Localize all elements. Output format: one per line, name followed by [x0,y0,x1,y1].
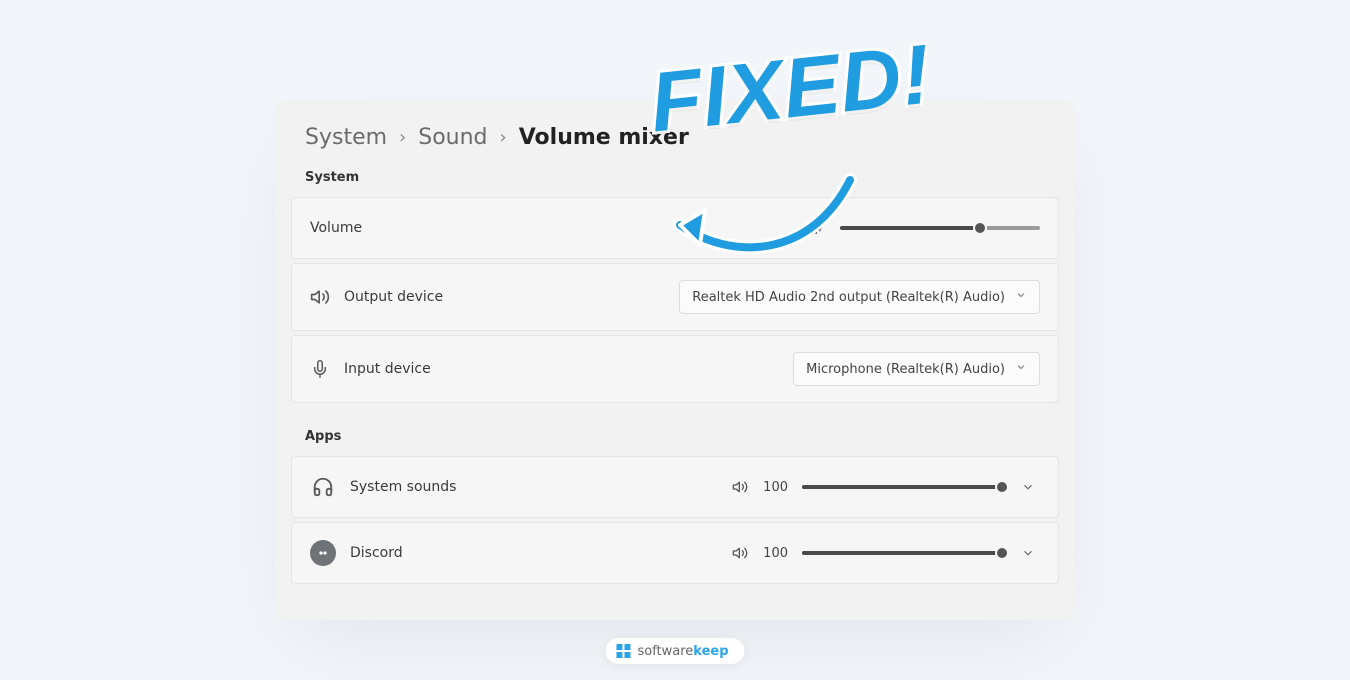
section-label-apps: Apps [275,419,1075,452]
breadcrumb-current: Volume mixer [519,125,689,150]
brand-badge: softwarekeep [605,638,744,664]
output-label: Output device [344,289,443,305]
input-device-select[interactable]: Microphone (Realtek(R) Audio) [793,352,1040,386]
app-volume-slider[interactable] [802,485,1002,489]
section-label-system: System [275,160,1075,193]
volume-label: Volume [310,220,362,236]
row-output-device: Output device Realtek HD Audio 2nd outpu… [291,263,1059,331]
discord-icon [310,540,336,566]
headphones-icon [310,474,336,500]
breadcrumb: System › Sound › Volume mixer [275,125,1075,160]
speaker-icon[interactable] [808,219,826,237]
app-volume-value: 100 [762,546,788,561]
row-app-discord: Discord 100 [291,522,1059,584]
app-volume-value: 100 [762,480,788,495]
row-input-device: Input device Microphone (Realtek(R) Audi… [291,335,1059,403]
expand-row-button[interactable] [1016,541,1040,565]
output-selected-value: Realtek HD Audio 2nd output (Realtek(R) … [692,290,1005,305]
chevron-down-icon [1015,289,1027,305]
expand-row-button[interactable] [1016,475,1040,499]
speaker-out-icon [310,287,330,307]
output-device-select[interactable]: Realtek HD Audio 2nd output (Realtek(R) … [679,280,1040,314]
row-master-volume: Volume [291,197,1059,259]
app-name: System sounds [350,479,456,495]
breadcrumb-sound[interactable]: Sound [418,125,487,150]
app-name: Discord [350,545,403,561]
brand-logo-icon [615,643,631,659]
breadcrumb-root[interactable]: System [305,125,387,150]
app-volume-slider[interactable] [802,551,1002,555]
input-selected-value: Microphone (Realtek(R) Audio) [806,362,1005,377]
speaker-icon[interactable] [732,479,748,495]
microphone-icon [310,360,330,378]
row-app-system-sounds: System sounds 100 [291,456,1059,518]
settings-panel: System › Sound › Volume mixer System Vol… [275,100,1075,620]
brand-text: softwarekeep [637,644,728,659]
chevron-right-icon: › [399,127,406,148]
speaker-icon[interactable] [732,545,748,561]
chevron-down-icon [1015,361,1027,377]
input-label: Input device [344,361,431,377]
volume-slider[interactable] [840,226,1040,230]
chevron-right-icon: › [500,127,507,148]
